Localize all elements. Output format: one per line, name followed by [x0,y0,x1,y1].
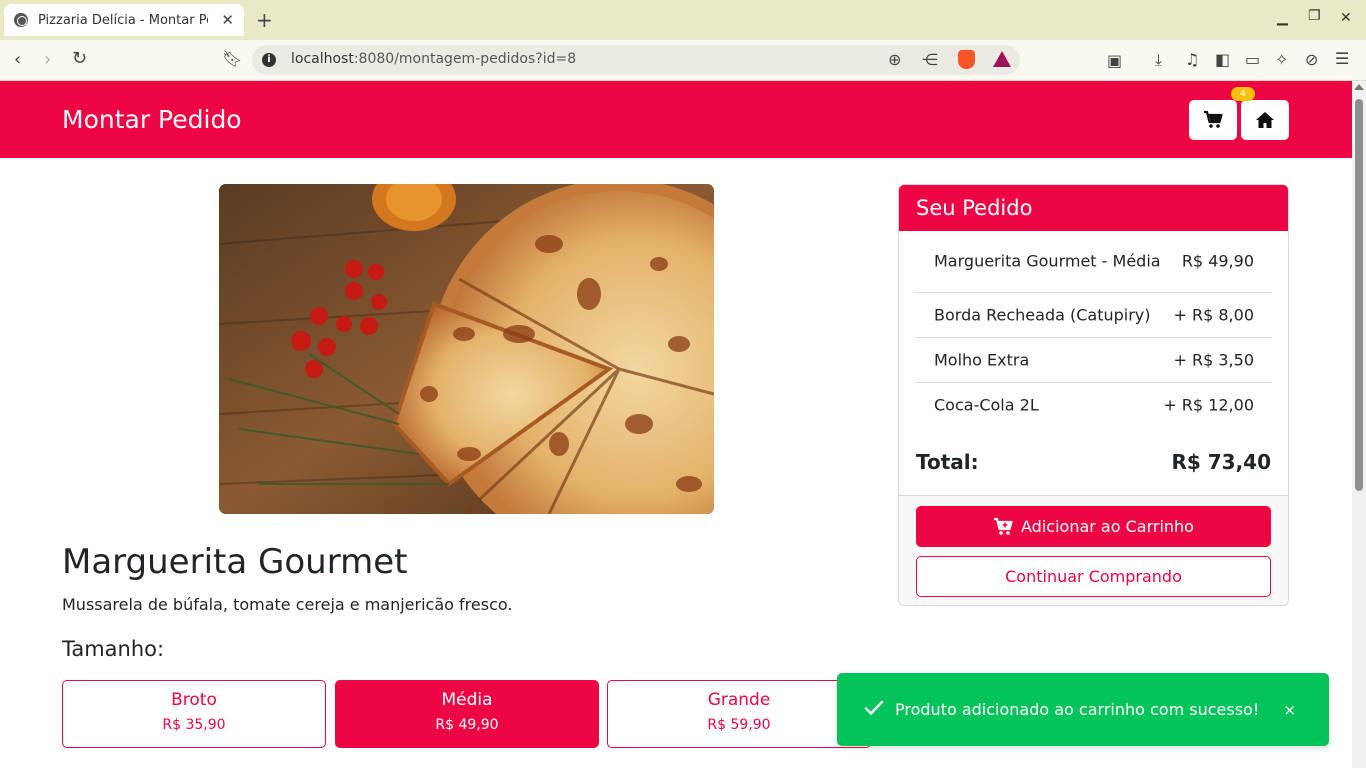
size-option-media[interactable]: Média R$ 49,90 [335,680,599,748]
order-items-list: Marguerita Gourmet - Média R$ 49,90 Bord… [916,231,1272,428]
order-item-name: Marguerita Gourmet - Média [934,251,1161,271]
vpn-icon[interactable]: ⊘ [1305,50,1318,69]
pizza-image [219,184,714,514]
total-label: Total: [916,450,979,474]
browser-tab[interactable]: Pizzaria Delícia - Montar Pedido ✕ [4,4,244,36]
success-toast: Produto adicionado ao carrinho com suces… [837,673,1329,746]
brave-shields-icon[interactable] [958,50,975,69]
order-actions: Adicionar ao Carrinho Continuar Comprand… [899,495,1288,605]
add-to-cart-label: Adicionar ao Carrinho [1021,517,1194,536]
back-icon[interactable]: ‹ [14,49,21,70]
total-value: R$ 73,40 [1171,450,1271,474]
close-tab-icon[interactable]: ✕ [221,11,234,29]
size-name: Broto [171,690,217,710]
order-item: Borda Recheada (Catupiry) + R$ 8,00 [916,293,1272,338]
zoom-icon[interactable]: ⊕ [888,50,901,69]
order-header: Seu Pedido [899,185,1288,231]
download-icon[interactable]: ⤓ [1155,50,1162,70]
size-name: Grande [707,690,771,710]
order-item-price: R$ 49,90 [1181,251,1254,271]
size-option-grande[interactable]: Grande R$ 59,90 [607,680,871,748]
cart-count-badge: 4 [1231,87,1255,101]
forward-icon[interactable]: › [44,49,51,70]
order-item-name: Molho Extra [934,350,1030,370]
leo-ai-icon[interactable]: ✧ [1275,50,1288,69]
order-item-name: Borda Recheada (Catupiry) [934,305,1151,325]
size-price: R$ 49,90 [435,717,499,733]
order-summary-card: Seu Pedido Marguerita Gourmet - Média R$… [898,184,1289,606]
globe-icon [14,13,28,27]
size-price: R$ 59,90 [707,717,771,733]
scrollbar-thumb[interactable] [1355,99,1363,491]
tab-title: Pizzaria Delícia - Montar Pedido [38,12,208,28]
size-heading: Tamanho: [62,637,165,661]
address-bar[interactable]: i localhost:8080/montagem-pedidos?id=8 ⊕… [252,45,1020,75]
page-header: Montar Pedido [0,81,1352,158]
check-icon [864,700,884,715]
order-title: Seu Pedido [916,196,1033,220]
brave-rewards-icon[interactable] [993,51,1011,67]
reload-icon[interactable]: ↻ [72,48,87,69]
home-icon [1256,112,1274,128]
scroll-up-arrow[interactable] [1354,84,1364,90]
order-item-price: + R$ 8,00 [1173,305,1255,325]
toast-message: Produto adicionado ao carrinho com suces… [895,700,1260,719]
page-title: Montar Pedido [62,105,242,134]
order-item-price: + R$ 12,00 [1163,395,1254,415]
maximize-icon[interactable]: ❐ [1308,8,1321,24]
reader-icon[interactable]: ▣ [1107,51,1122,70]
browser-tab-bar: Pizzaria Delícia - Montar Pedido ✕ + ▁ ❐… [0,0,1366,40]
toast-close-button[interactable]: × [1283,701,1296,719]
window-close-icon[interactable]: ✕ [1340,10,1352,26]
url-path: :8080/montagem-pedidos?id=8 [353,51,577,67]
cart-icon [1204,111,1223,128]
url-host: localhost [291,51,354,67]
wallet-icon[interactable]: ▭ [1245,50,1260,69]
minimize-icon[interactable]: ▁ [1277,10,1288,26]
add-to-cart-button[interactable]: Adicionar ao Carrinho [916,506,1271,547]
bookmark-icon[interactable]: 🔖︎ [222,49,242,68]
browser-toolbar: ‹ › ↻ 🔖︎ i localhost:8080/montagem-pedid… [0,40,1366,81]
media-icon[interactable]: ♫ [1185,50,1199,69]
cart-plus-icon [994,517,1013,535]
size-price: R$ 35,90 [162,717,226,733]
home-button[interactable] [1241,100,1289,140]
share-icon[interactable]: ⋲ [922,50,938,69]
size-option-broto[interactable]: Broto R$ 35,90 [62,680,326,748]
size-name: Média [441,690,493,710]
product-description: Mussarela de búfala, tomate cereja e man… [62,595,513,614]
menu-icon[interactable]: ☰ [1335,49,1349,68]
order-item: Marguerita Gourmet - Média R$ 49,90 [916,231,1272,293]
order-item: Coca-Cola 2L + R$ 12,00 [916,383,1272,428]
order-item-name: Coca-Cola 2L [934,395,1039,415]
order-item-price: + R$ 3,50 [1173,350,1255,370]
url-text[interactable]: localhost:8080/montagem-pedidos?id=8 [291,51,576,67]
order-item: Molho Extra + R$ 3,50 [916,338,1272,383]
continue-shopping-label: Continuar Comprando [1005,567,1182,586]
site-info-icon[interactable]: i [262,53,276,67]
continue-shopping-button[interactable]: Continuar Comprando [916,556,1271,597]
new-tab-icon[interactable]: + [256,8,273,32]
product-name: Marguerita Gourmet [62,542,408,582]
cart-button[interactable] [1189,100,1237,140]
sidebar-icon[interactable]: ◧ [1215,50,1230,69]
